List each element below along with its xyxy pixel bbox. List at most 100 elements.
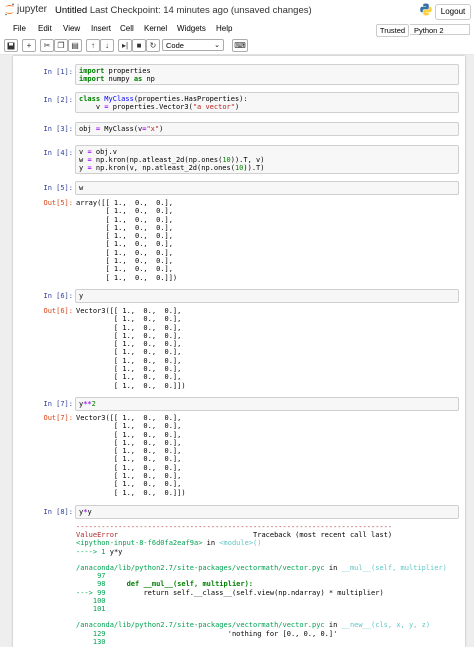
paste-button[interactable]: ▤: [68, 39, 82, 52]
arrow-up-icon: ↑: [91, 41, 95, 50]
code-line: class MyClass(properties.HasProperties):: [79, 95, 248, 103]
in-word: in: [328, 564, 338, 573]
cell-type-select[interactable]: Code ⌄: [162, 39, 224, 51]
code-input[interactable]: y*y: [75, 505, 459, 519]
code-line: w: [79, 184, 84, 192]
logout-button[interactable]: Logout: [435, 4, 471, 20]
logo-text: jupyter: [17, 4, 48, 15]
in-prompt: In [7]:: [43, 400, 73, 408]
in-prompt: In [5]:: [43, 184, 73, 192]
code-line: w = np.kron(np.atleast_2d(np.ones(10)).T…: [79, 156, 265, 164]
in-prompt: In [4]:: [43, 149, 73, 157]
checkpoint-status: Last Checkpoint: 14 minutes ago (unsaved…: [89, 5, 312, 16]
menu-edit[interactable]: Edit: [38, 24, 52, 33]
arrow-line: ---> 99: [76, 588, 106, 597]
jupyter-logo-icon: [5, 3, 14, 16]
line-number: 98: [76, 580, 106, 589]
in-prompt: In [2]:: [43, 96, 73, 104]
arrow-code: y*y: [109, 547, 123, 556]
code-line: v = properties.Vector3("a vector"): [79, 103, 240, 111]
interrupt-button[interactable]: ■: [132, 39, 146, 52]
python-logo-icon: [420, 3, 432, 16]
line-number: 101: [76, 605, 106, 614]
notebook-title: Untitled Last Checkpoint: 14 minutes ago…: [55, 5, 312, 16]
code-input[interactable]: w: [75, 181, 459, 195]
menu-kernel[interactable]: Kernel: [144, 24, 167, 33]
run-button[interactable]: ▸|: [118, 39, 132, 52]
plus-icon: +: [26, 41, 32, 50]
move-down-button[interactable]: ↓: [100, 39, 114, 52]
header: jupyter Untitled Last Checkpoint: 14 min…: [0, 0, 474, 22]
menu-cell[interactable]: Cell: [120, 24, 134, 33]
code-input[interactable]: class MyClass(properties.HasProperties):…: [75, 92, 459, 113]
out-prompt: Out[6]:: [43, 307, 73, 315]
code-line: import properties: [79, 67, 151, 75]
code-line: y = np.kron(v, np.atleast_2d(np.ones(10)…: [79, 164, 265, 172]
code-input[interactable]: y**2: [75, 397, 459, 411]
toolbar: + ✂ ❐ ▤ ↑ ↓ ▸| ■ ↻ Code ⌄ ⌨: [0, 37, 474, 55]
insert-cell-button[interactable]: +: [22, 39, 36, 52]
line-number: 100: [76, 596, 106, 605]
trusted-indicator[interactable]: Trusted: [376, 24, 409, 37]
code-line: y*y: [79, 508, 92, 516]
in-prompt: In [8]:: [43, 508, 73, 516]
arrow-line: ----> 1: [76, 547, 106, 556]
file-path: /anaconda/lib/python2.7/site-packages/ve…: [76, 621, 325, 630]
chevron-down-icon: ⌄: [214, 42, 220, 49]
cell-type-value: Code: [166, 41, 184, 50]
traceback: ----------------------------------------…: [76, 523, 447, 646]
output-text: Vector3([[ 1., 0., 0.], [ 1., 0., 0.], […: [76, 307, 186, 390]
in-prompt: In [1]:: [43, 68, 73, 76]
move-up-button[interactable]: ↑: [86, 39, 100, 52]
code-input[interactable]: import properties import numpy as np: [75, 64, 459, 85]
error-name: ValueError: [76, 531, 119, 540]
func-ref: __mul__(self, multiplier): [341, 564, 447, 573]
scissors-icon: ✂: [43, 41, 51, 50]
ipython-input-ref: <ipython-input-8-f6d0fa2eaf9a>: [76, 539, 203, 548]
line-number: 130: [76, 637, 106, 646]
code-input[interactable]: obj = MyClass(v="x"): [75, 122, 459, 136]
notebook-name[interactable]: Untitled: [55, 5, 87, 16]
traceback-rule: ----------------------------------------…: [76, 523, 393, 531]
kernel-name: Python 2: [410, 24, 470, 35]
code-line: v = obj.v: [79, 148, 117, 156]
module-ref: <module>(): [219, 539, 262, 548]
menu-view[interactable]: View: [63, 24, 80, 33]
menu-file[interactable]: File: [13, 24, 26, 33]
code-line: obj = MyClass(v="x"): [79, 125, 164, 133]
in-word: in: [328, 621, 338, 630]
copy-icon: ❐: [57, 41, 65, 50]
stop-icon: ■: [136, 41, 142, 50]
menu-widgets[interactable]: Widgets: [177, 24, 206, 33]
save-button[interactable]: [4, 39, 18, 52]
jupyter-logo[interactable]: jupyter: [4, 3, 47, 16]
menu-help[interactable]: Help: [216, 24, 232, 33]
line-number: 129: [76, 629, 106, 638]
paste-icon: ▤: [71, 41, 79, 50]
code-text: 'nothing for [0., 0., 0.]': [109, 629, 338, 638]
step-forward-icon: ▸|: [121, 41, 129, 50]
code-input[interactable]: v = obj.v w = np.kron(np.atleast_2d(np.o…: [75, 145, 459, 174]
output-text: Vector3([[ 1., 0., 0.], [ 1., 0., 0.], […: [76, 414, 186, 497]
command-palette-button[interactable]: ⌨: [232, 39, 248, 52]
line-number: 97: [76, 572, 106, 581]
output-text: array([[ 1., 0., 0.], [ 1., 0., 0.], [ 1…: [76, 199, 178, 282]
func-ref: __new__(cls, x, y, z): [341, 621, 431, 630]
refresh-icon: ↻: [149, 41, 157, 50]
in-prompt: In [6]:: [43, 292, 73, 300]
arrow-down-icon: ↓: [105, 41, 109, 50]
save-icon: [7, 42, 15, 49]
code-line: import numpy as np: [79, 75, 155, 83]
copy-button[interactable]: ❐: [54, 39, 68, 52]
keyboard-icon: ⌨: [234, 41, 246, 50]
cut-button[interactable]: ✂: [40, 39, 54, 52]
out-prompt: Out[7]:: [43, 414, 73, 422]
code-text: def __mul__(self, multiplier):: [109, 580, 254, 589]
notebook-container: In [1]: import properties import numpy a…: [13, 56, 465, 647]
code-input[interactable]: y: [75, 289, 459, 303]
out-prompt: Out[5]:: [43, 199, 73, 207]
in-word: in: [206, 539, 216, 548]
menu-insert[interactable]: Insert: [91, 24, 111, 33]
file-path: /anaconda/lib/python2.7/site-packages/ve…: [76, 564, 325, 573]
restart-button[interactable]: ↻: [146, 39, 160, 52]
